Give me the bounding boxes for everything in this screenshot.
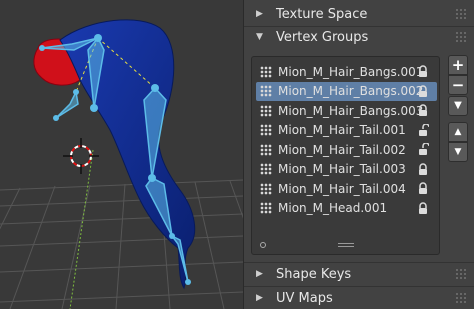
vertex-group-item[interactable]: Mion_M_Hair_Bangs.002 — [256, 81, 437, 101]
vertex-group-name[interactable]: Mion_M_Head.001 — [278, 201, 387, 215]
vertex-group-name[interactable]: Mion_M_Hair_Bangs.001 — [278, 65, 423, 79]
texture-space-header[interactable]: ▶ Texture Space — [244, 2, 474, 26]
drag-grip-icon[interactable] — [455, 292, 467, 304]
lock-closed-icon[interactable] — [417, 182, 429, 195]
lock-closed-icon[interactable] — [417, 65, 429, 78]
vertex-group-specials-button[interactable]: ▼ — [448, 96, 468, 116]
lock-open-icon[interactable] — [417, 143, 429, 156]
shape-keys-label: Shape Keys — [276, 266, 352, 282]
vertex-group-item[interactable]: Mion_M_Hair_Tail.001 — [256, 121, 437, 140]
vertex-group-icon — [260, 202, 272, 214]
vertex-group-name[interactable]: Mion_M_Hair_Tail.003 — [278, 162, 406, 176]
vertex-group-list[interactable]: Mion_M_Hair_Bangs.001 Mion_M_Hair_Bangs.0… — [251, 56, 440, 255]
vertex-group-icon — [260, 182, 272, 195]
3d-viewport[interactable] — [0, 0, 243, 309]
collapse-triangle-icon: ▼ — [256, 32, 263, 42]
vertex-group-item[interactable]: Mion_M_Hair_Tail.002 — [256, 140, 437, 159]
lock-closed-icon[interactable] — [417, 201, 429, 215]
vertex-group-item[interactable]: Mion_M_Hair_Tail.004 — [256, 179, 437, 198]
vertex-group-icon — [260, 65, 272, 78]
vertex-group-item[interactable]: Mion_M_Hair_Tail.003 — [256, 160, 437, 179]
vertex-group-name[interactable]: Mion_M_Hair_Bangs.003 — [278, 104, 423, 118]
expand-triangle-icon: ▶ — [256, 293, 263, 303]
vertex-groups-header[interactable]: ▼ Vertex Groups — [244, 25, 474, 49]
hair-mesh — [59, 19, 196, 290]
vertex-group-name[interactable]: Mion_M_Hair_Tail.001 — [278, 123, 406, 137]
resize-handle[interactable] — [338, 243, 354, 247]
vertex-group-name[interactable]: Mion_M_Hair_Tail.002 — [278, 143, 406, 157]
vertex-group-item[interactable]: Mion_M_Hair_Bangs.001 — [256, 62, 437, 81]
move-down-button[interactable]: ▼ — [448, 142, 468, 162]
expand-triangle-icon: ▶ — [256, 269, 263, 279]
properties-panel: ▶ Texture Space ▼ Vertex Groups Mion_M_H… — [243, 0, 474, 309]
list-footer — [252, 236, 439, 254]
shape-keys-header[interactable]: ▶ Shape Keys — [244, 262, 474, 286]
add-vertex-group-button[interactable]: + — [448, 55, 468, 75]
vertex-group-name[interactable]: Mion_M_Hair_Bangs.002 — [278, 84, 423, 98]
3d-cursor-icon — [63, 138, 99, 174]
vertex-group-name[interactable]: Mion_M_Hair_Tail.004 — [278, 182, 406, 196]
remove-vertex-group-button[interactable]: − — [448, 75, 468, 95]
uv-maps-header[interactable]: ▶ UV Maps — [244, 286, 474, 309]
vertex-group-icon — [260, 85, 272, 97]
filter-options-icon[interactable] — [260, 242, 266, 248]
lock-closed-icon[interactable] — [417, 84, 429, 98]
drag-grip-icon[interactable] — [455, 31, 467, 43]
uv-maps-label: UV Maps — [276, 290, 333, 306]
lock-closed-icon[interactable] — [417, 104, 429, 117]
lock-closed-icon[interactable] — [417, 162, 429, 176]
drag-grip-icon[interactable] — [455, 8, 467, 20]
move-up-button[interactable]: ▲ — [448, 122, 468, 142]
drag-grip-icon[interactable] — [455, 268, 467, 280]
vertex-group-icon — [260, 163, 272, 175]
texture-space-label: Texture Space — [276, 6, 368, 22]
vertex-group-icon — [260, 104, 272, 117]
vertex-groups-label: Vertex Groups — [276, 29, 369, 45]
viewport-scene — [0, 19, 243, 309]
floor-grid — [0, 179, 243, 309]
vertex-group-icon — [260, 143, 272, 156]
expand-triangle-icon: ▶ — [256, 9, 263, 19]
vertex-group-item[interactable]: Mion_M_Hair_Bangs.003 — [256, 101, 437, 120]
vertex-group-icon — [260, 124, 272, 136]
vertex-group-item[interactable]: Mion_M_Head.001 — [256, 199, 437, 218]
lock-open-icon[interactable] — [417, 123, 429, 137]
